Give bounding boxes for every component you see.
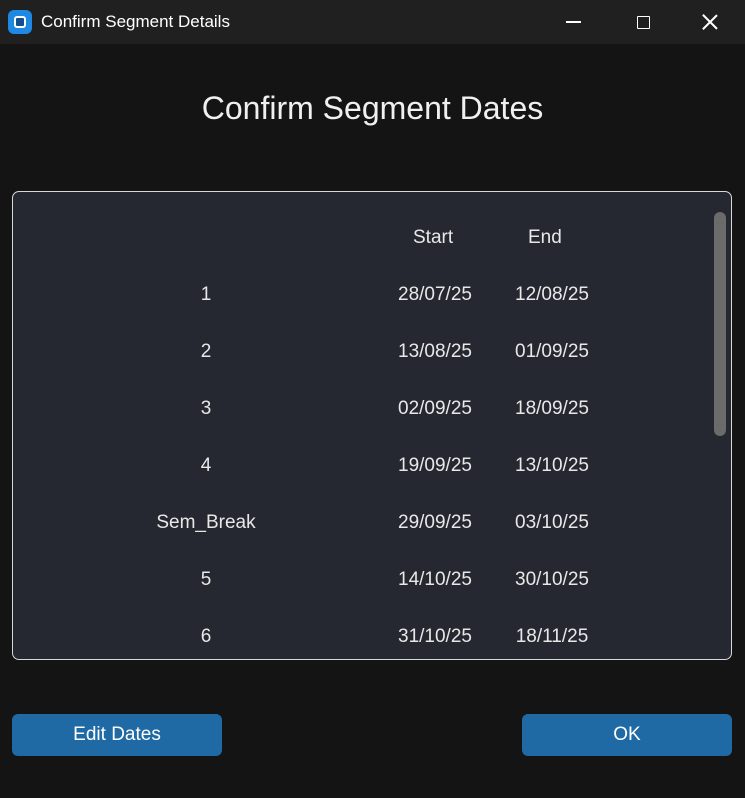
window-title: Confirm Segment Details — [41, 12, 230, 31]
segment-name: 6 — [200, 626, 212, 647]
segment-name: 4 — [200, 455, 212, 476]
segment-start-date: 28/07/25 — [398, 284, 472, 305]
maximize-button[interactable] — [608, 0, 678, 44]
segment-end-date: 12/08/25 — [515, 284, 589, 305]
maximize-icon — [636, 15, 650, 29]
column-header-start: Start — [413, 227, 454, 248]
segment-name: 1 — [200, 284, 212, 305]
segment-end-date: 30/10/25 — [515, 569, 589, 590]
segment-name: 3 — [200, 398, 212, 419]
segment-table-panel — [12, 191, 732, 660]
title-bar: Confirm Segment Details — [0, 0, 745, 44]
segment-start-date: 02/09/25 — [398, 398, 472, 419]
close-icon — [702, 14, 718, 30]
close-button[interactable] — [675, 0, 745, 44]
segment-start-date: 29/09/25 — [398, 512, 472, 533]
segment-end-date: 13/10/25 — [515, 455, 589, 476]
segment-end-date: 18/11/25 — [515, 626, 589, 647]
segment-start-date: 13/08/25 — [398, 341, 472, 362]
minimize-button[interactable] — [538, 0, 608, 44]
edit-dates-button[interactable]: Edit Dates — [12, 714, 222, 756]
app-icon — [8, 10, 32, 34]
ok-button[interactable]: OK — [522, 714, 732, 756]
minimize-icon — [565, 21, 581, 23]
segment-start-date: 31/10/25 — [398, 626, 472, 647]
segment-end-date: 01/09/25 — [515, 341, 589, 362]
table-scrollbar[interactable] — [714, 212, 726, 436]
segment-name: 2 — [200, 341, 212, 362]
segment-name: 5 — [200, 569, 212, 590]
column-header-end: End — [528, 227, 562, 248]
segment-start-date: 19/09/25 — [398, 455, 472, 476]
segment-name: Sem_Break — [156, 512, 256, 533]
page-title: Confirm Segment Dates — [201, 90, 544, 126]
segment-end-date: 03/10/25 — [515, 512, 589, 533]
segment-start-date: 14/10/25 — [398, 569, 472, 590]
segment-end-date: 18/09/25 — [515, 398, 589, 419]
